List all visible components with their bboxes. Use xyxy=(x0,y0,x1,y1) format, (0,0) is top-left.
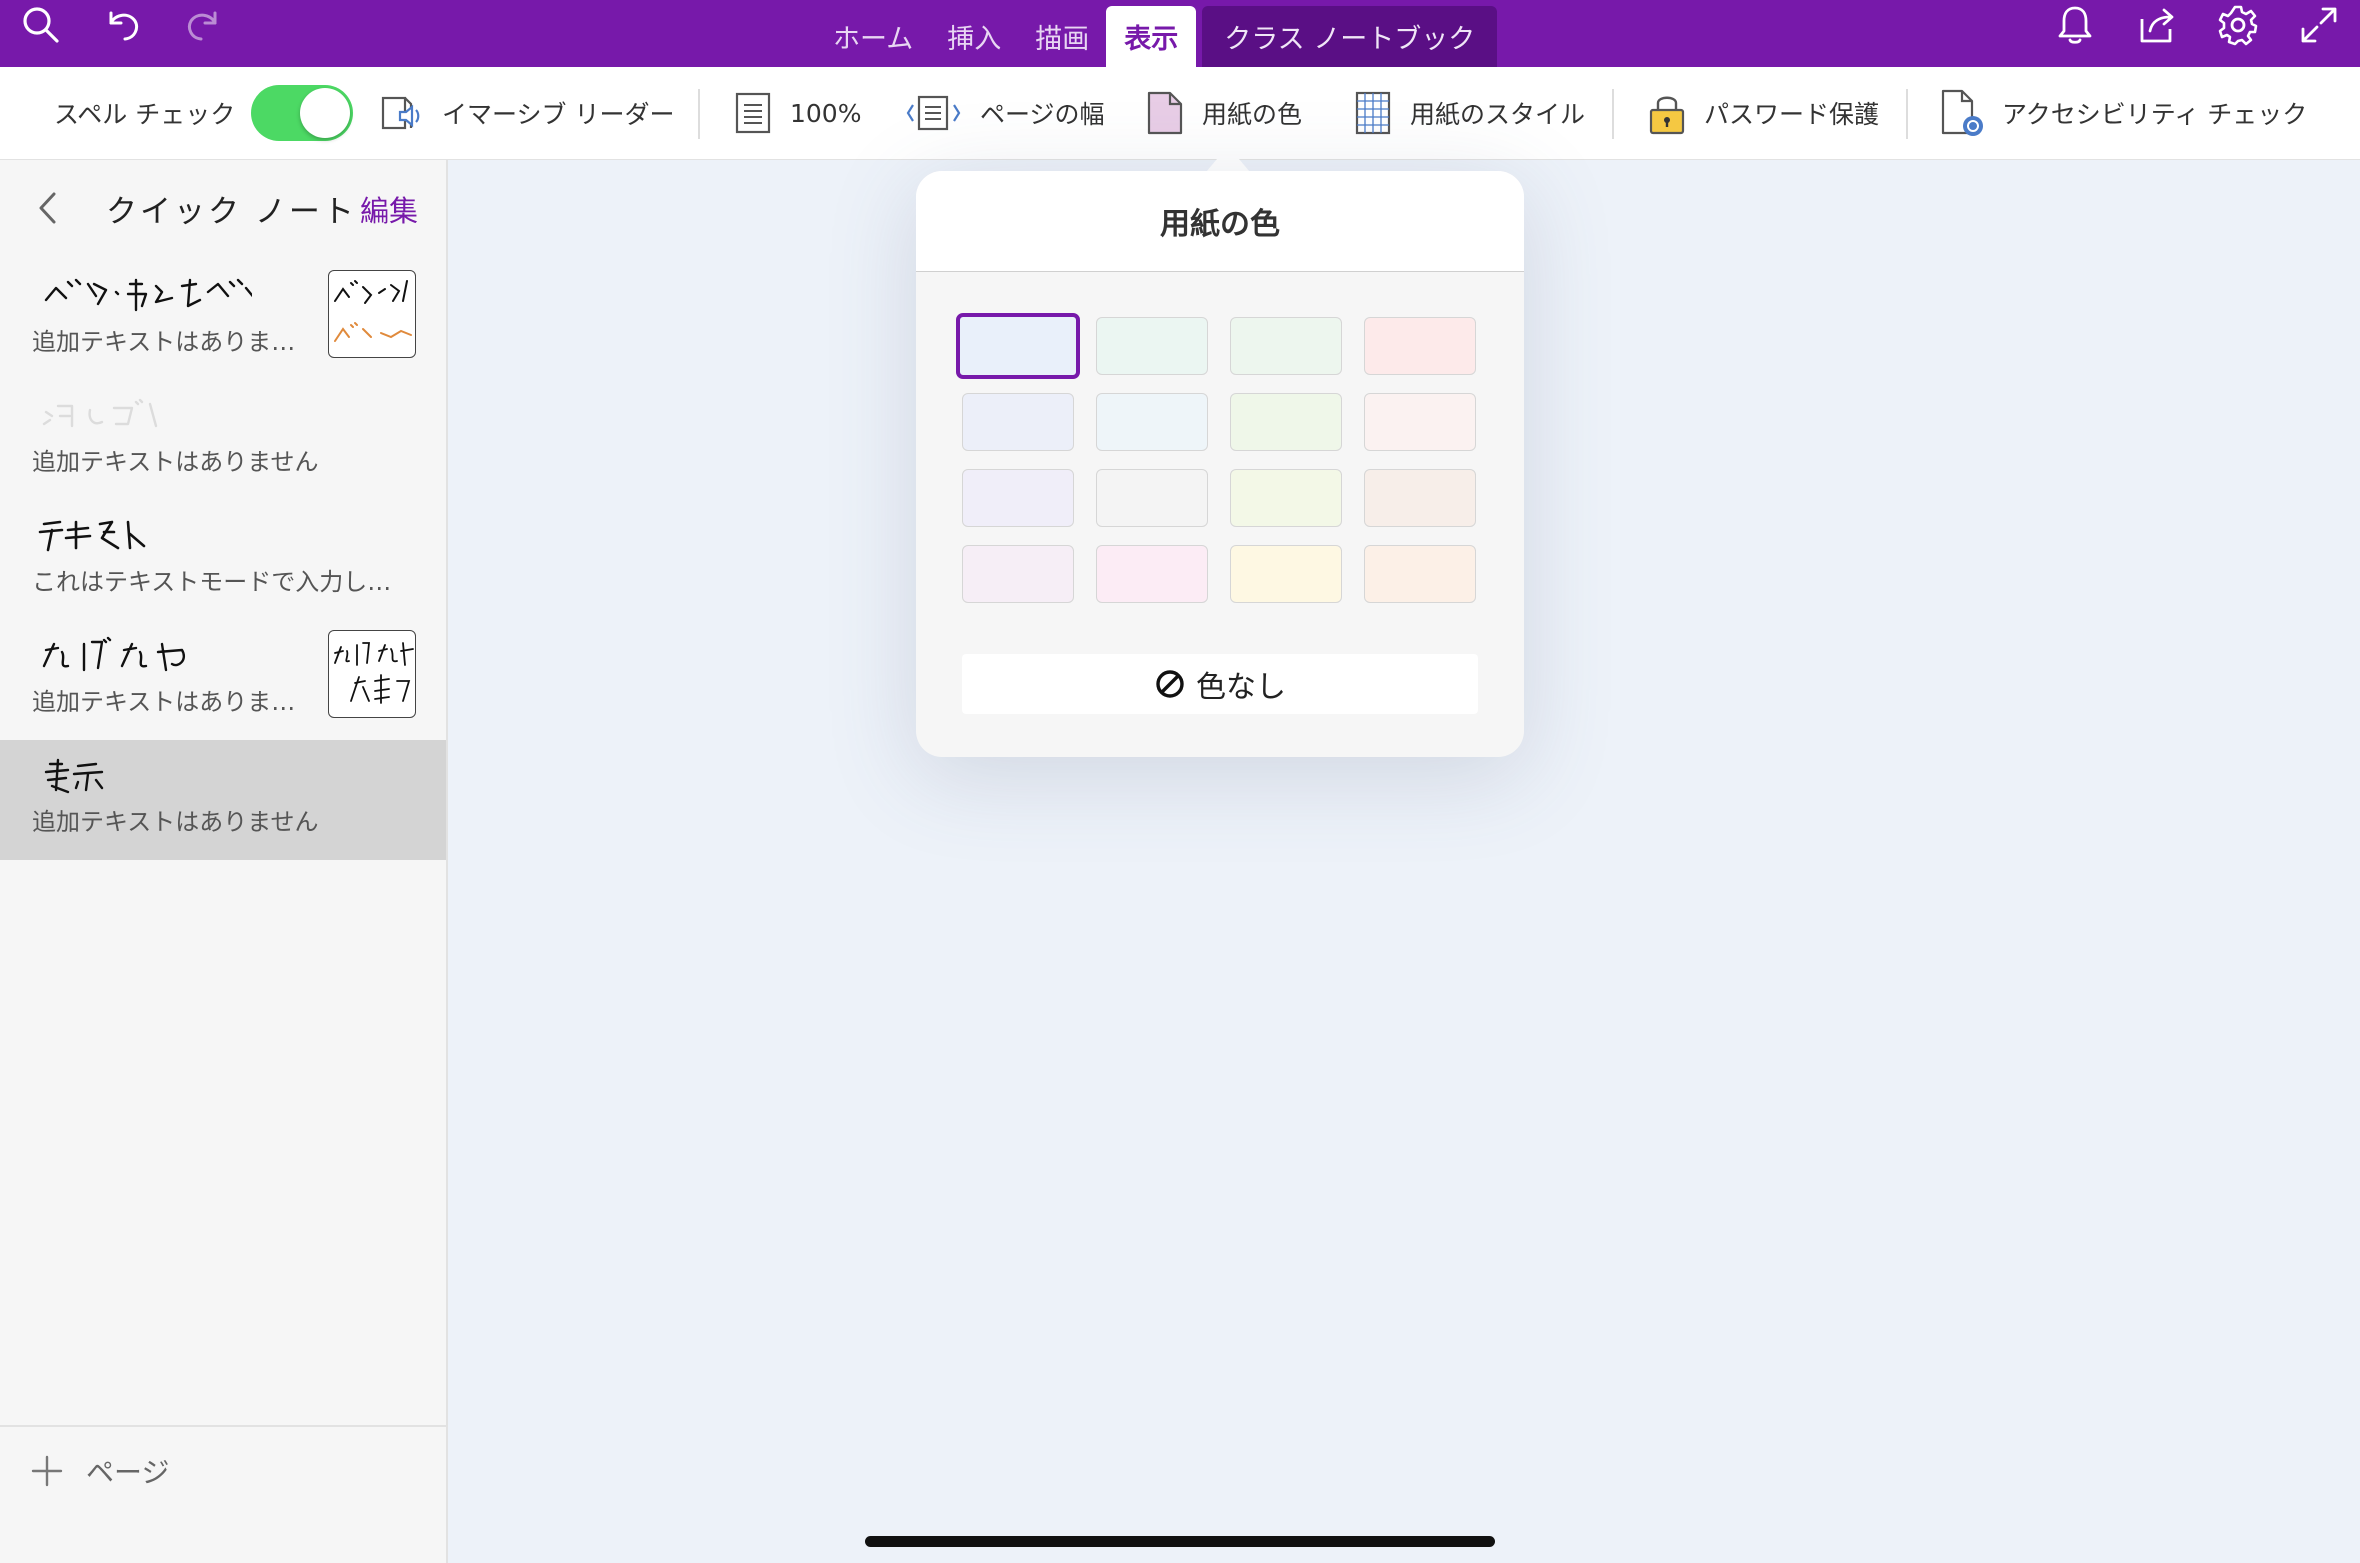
page-subtitle: 追加テキストはありません xyxy=(32,448,319,476)
accessibility-check-button[interactable]: アクセシビリティ チェック xyxy=(1940,67,2307,159)
page-title-ink xyxy=(32,270,258,318)
paper-color-swatch[interactable] xyxy=(1230,393,1342,451)
ribbon-divider xyxy=(1906,89,1908,139)
paper-color-swatch[interactable] xyxy=(1096,469,1208,527)
gear-icon[interactable] xyxy=(2215,0,2261,50)
page-subtitle: これはテキストモードで入力し… xyxy=(32,568,392,596)
paper-color-label: 用紙の色 xyxy=(1202,100,1303,129)
ribbon-tabs: ホーム 挿入 描画 表示 クラス ノートブック xyxy=(816,6,1498,67)
page-list-item[interactable]: 追加テキストはありま… xyxy=(0,260,446,380)
edit-button[interactable]: 編集 xyxy=(360,188,418,230)
ribbon-divider xyxy=(1612,89,1614,139)
accessibility-check-label: アクセシビリティ チェック xyxy=(2002,100,2308,129)
page-title-ink xyxy=(32,750,152,798)
search-icon[interactable] xyxy=(18,0,64,50)
page-width-button[interactable]: ページの幅 xyxy=(906,67,1105,159)
page-subtitle: 追加テキストはありま… xyxy=(32,328,296,356)
paper-color-swatch[interactable] xyxy=(962,393,1074,451)
paper-color-swatch[interactable] xyxy=(1096,393,1208,451)
page-thumbnail xyxy=(328,630,416,718)
paper-color-swatch[interactable] xyxy=(1364,393,1476,451)
tab-class-notebook[interactable]: クラス ノートブック xyxy=(1202,6,1498,67)
page-thumbnail xyxy=(328,270,416,358)
password-protection-button[interactable]: パスワード保護 xyxy=(1648,67,1879,159)
paper-color-swatch[interactable] xyxy=(1096,317,1208,375)
paper-color-swatch[interactable] xyxy=(1364,545,1476,603)
paper-style-label: 用紙のスタイル xyxy=(1410,100,1586,129)
tab-view[interactable]: 表示 xyxy=(1106,6,1197,67)
ribbon-divider xyxy=(698,89,700,139)
zoom-label: 100% xyxy=(790,98,862,128)
paper-style-button[interactable]: 用紙のスタイル xyxy=(1354,67,1585,159)
sidebar-header: クイック ノート 編集 xyxy=(0,160,446,256)
page-width-label: ページの幅 xyxy=(980,100,1105,129)
back-chevron-icon[interactable] xyxy=(36,190,58,230)
sidebar-footer: ページ xyxy=(0,1425,446,1563)
paper-color-icon xyxy=(1147,91,1183,135)
page-list-item-selected[interactable]: 追加テキストはありません xyxy=(0,740,446,860)
spell-check-label: スペル チェック xyxy=(54,100,236,129)
page-list-item[interactable]: 追加テキストはありません xyxy=(0,380,446,500)
immersive-reader-icon xyxy=(381,96,420,130)
grid-paper-icon xyxy=(1355,91,1391,135)
page-list-item[interactable]: これはテキストモードで入力し… xyxy=(0,500,446,620)
paper-color-swatch[interactable] xyxy=(1364,317,1476,375)
page-title-ink xyxy=(32,390,232,438)
paper-color-swatch[interactable] xyxy=(962,469,1074,527)
paper-color-swatch[interactable] xyxy=(1364,469,1476,527)
bell-icon[interactable] xyxy=(2052,0,2098,50)
toggle-knob xyxy=(300,88,351,138)
section-title: クイック ノート xyxy=(106,194,357,230)
accessibility-check-icon xyxy=(1941,89,1983,136)
page-icon xyxy=(735,92,771,134)
tab-home[interactable]: ホーム xyxy=(816,6,930,67)
add-page-button[interactable]: ページ xyxy=(30,1451,169,1491)
page-list-sidebar: クイック ノート 編集 追加テキストはありま… 追加テキストはありません これは… xyxy=(0,160,448,1563)
top-bar: ホーム 挿入 描画 表示 クラス ノートブック xyxy=(0,0,2360,67)
spell-check-toggle[interactable] xyxy=(251,85,354,141)
page-title-ink xyxy=(32,510,232,558)
view-ribbon: スペル チェック イマーシブ リーダー 100% ページの幅 用紙の色 用紙のス… xyxy=(0,67,2360,160)
paper-color-swatch[interactable] xyxy=(1230,545,1342,603)
lock-icon xyxy=(1649,96,1685,135)
paper-color-swatch[interactable] xyxy=(1230,317,1342,375)
paper-color-swatch[interactable] xyxy=(962,545,1074,603)
page-width-icon xyxy=(906,95,961,131)
redo-icon[interactable] xyxy=(180,0,226,50)
zoom-button[interactable]: 100% xyxy=(734,67,861,159)
paper-color-swatch[interactable] xyxy=(1096,545,1208,603)
immersive-reader-button[interactable]: イマーシブ リーダー xyxy=(380,67,674,159)
tab-draw[interactable]: 描画 xyxy=(1018,6,1106,67)
add-page-label: ページ xyxy=(86,1456,170,1489)
paper-color-swatch-selected[interactable] xyxy=(956,313,1080,379)
popover-title: 用紙の色 xyxy=(916,171,1524,272)
undo-icon[interactable] xyxy=(100,0,146,50)
no-color-label: 色なし xyxy=(1196,670,1286,705)
page-subtitle: 追加テキストはありません xyxy=(32,808,319,836)
page-list-item[interactable]: 追加テキストはありま… xyxy=(0,620,446,740)
share-icon[interactable] xyxy=(2134,0,2180,50)
immersive-reader-label: イマーシブ リーダー xyxy=(442,100,675,129)
plus-icon xyxy=(31,1455,63,1487)
expand-icon[interactable] xyxy=(2296,0,2342,50)
paper-color-popover: 用紙の色 色なし xyxy=(916,171,1524,757)
no-color-icon xyxy=(1156,670,1184,698)
password-label: パスワード保護 xyxy=(1704,100,1880,129)
paper-color-swatch[interactable] xyxy=(1230,469,1342,527)
page-subtitle: 追加テキストはありま… xyxy=(32,688,296,716)
popover-arrow xyxy=(1206,146,1250,172)
tab-insert[interactable]: 挿入 xyxy=(930,6,1018,67)
no-color-button[interactable]: 色なし xyxy=(962,654,1478,714)
spell-check-control: スペル チェック xyxy=(54,67,354,159)
page-title-ink xyxy=(32,630,252,678)
home-indicator xyxy=(865,1536,1495,1547)
